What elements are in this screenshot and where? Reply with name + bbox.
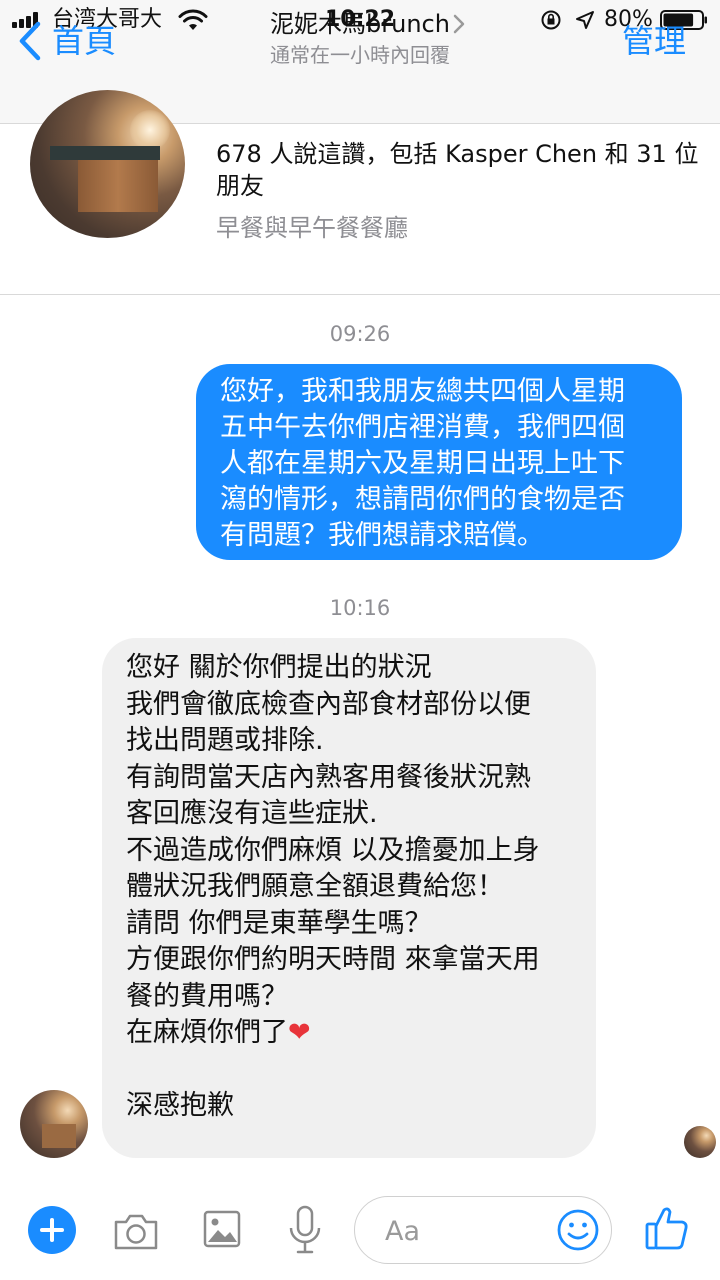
message-text: 在麻煩你們了 bbox=[126, 1017, 288, 1048]
read-receipt-avatar bbox=[684, 1126, 716, 1158]
outgoing-message-bubble[interactable]: 您好，我和我朋友總共四個人星期 五中午去你們店裡消費，我們四個 人都在星期六及星… bbox=[196, 364, 682, 560]
sender-avatar[interactable] bbox=[20, 1090, 88, 1158]
message-line bbox=[126, 1052, 572, 1089]
heart-emoji-icon: ❤ bbox=[288, 1017, 311, 1048]
page-profile-photo[interactable] bbox=[30, 90, 185, 238]
message-timestamp: 10:16 bbox=[329, 596, 391, 620]
message-line: 不過造成你們麻煩 以及擔憂加上身 bbox=[126, 834, 540, 866]
microphone-icon[interactable] bbox=[286, 1204, 324, 1256]
plus-icon[interactable] bbox=[28, 1206, 76, 1254]
conversation-title[interactable]: 泥妮木馬brunch bbox=[200, 8, 520, 40]
message-line-with-heart: 在麻煩你們了❤ bbox=[126, 1015, 572, 1052]
back-chevron-icon[interactable] bbox=[14, 20, 44, 62]
response-time-subtitle: 通常在一小時內回覆 bbox=[270, 43, 450, 67]
message-line: 五中午去你們店裡消費，我們四個 bbox=[220, 412, 625, 443]
message-line: 人都在星期六及星期日出現上吐下 bbox=[220, 448, 625, 479]
location-arrow-icon bbox=[576, 11, 594, 29]
divider bbox=[0, 294, 720, 295]
message-input[interactable] bbox=[383, 1211, 547, 1251]
message-line: 體狀況我們願意全額退費給您！ bbox=[126, 871, 504, 902]
thumbs-up-icon[interactable] bbox=[644, 1204, 690, 1252]
rotation-lock-icon bbox=[541, 10, 561, 30]
message-line: 深感抱歉 bbox=[126, 1090, 234, 1121]
message-line: 您好 關於你們提出的狀況 bbox=[126, 652, 432, 683]
message-line: 找出問題或排除. bbox=[126, 725, 324, 756]
camera-icon[interactable] bbox=[112, 1210, 160, 1252]
message-line: 瀉的情形，想請問你們的食物是否 bbox=[220, 484, 625, 515]
image-icon[interactable] bbox=[202, 1208, 242, 1250]
emoji-icon[interactable] bbox=[556, 1208, 600, 1252]
chevron-right-icon[interactable] bbox=[452, 14, 466, 34]
page-category: 早餐與早午餐餐廳 bbox=[216, 214, 408, 242]
message-line: 客回應沒有這些症狀. bbox=[126, 798, 378, 829]
manage-button[interactable]: 管理 bbox=[622, 20, 686, 62]
back-button[interactable]: 首頁 bbox=[52, 20, 116, 62]
message-line: 有問題？我們想請求賠償。 bbox=[220, 520, 544, 551]
message-line: 餐的費用嗎？ bbox=[126, 980, 288, 1012]
message-line: 請問 你們是東華學生嗎？ bbox=[126, 907, 432, 939]
message-line: 我們會徹底檢查內部食材部份以便 bbox=[126, 688, 531, 720]
message-timestamp: 09:26 bbox=[329, 322, 391, 346]
page-likes-text: 678 人說這讚，包括 Kasper Chen 和 31 位朋友 bbox=[216, 140, 699, 200]
message-line: 方便跟你們約明天時間 來拿當天用 bbox=[126, 944, 540, 975]
incoming-message-bubble[interactable]: 您好 關於你們提出的狀況 我們會徹底檢查內部食材部份以便 找出問題或排除. 有詢… bbox=[102, 638, 596, 1158]
message-line: 有詢問當天店內熟客用餐後狀況熟 bbox=[126, 761, 531, 793]
message-line: 您好，我和我朋友總共四個人星期 bbox=[220, 376, 625, 407]
